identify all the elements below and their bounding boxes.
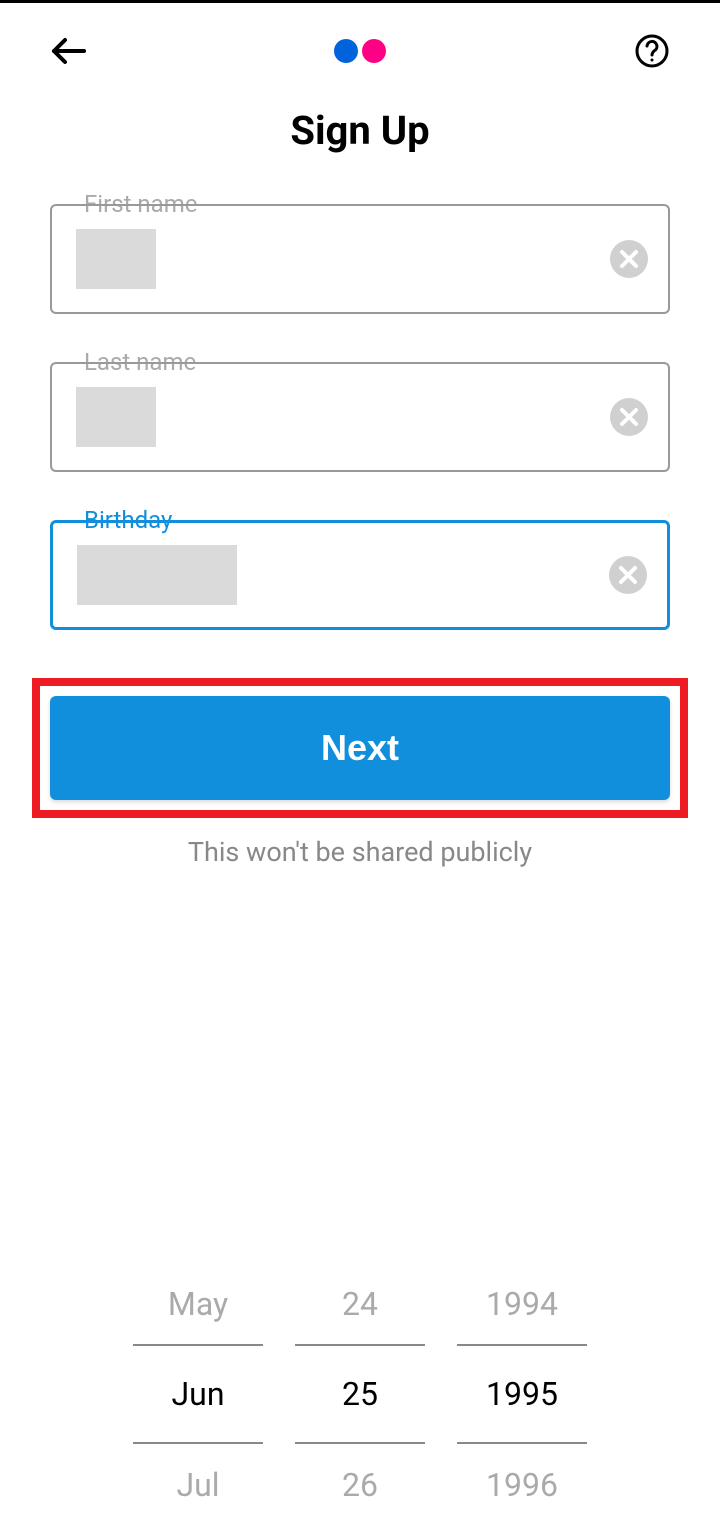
- back-arrow-icon[interactable]: [50, 36, 86, 66]
- first-name-field[interactable]: First name: [50, 204, 670, 314]
- year-picker[interactable]: 1994 1995 1996: [457, 1271, 587, 1517]
- last-name-value: [76, 387, 156, 447]
- first-name-value: [76, 229, 156, 289]
- day-current[interactable]: 25: [295, 1344, 425, 1444]
- next-button[interactable]: Next: [50, 696, 670, 800]
- month-picker[interactable]: May Jun Jul: [133, 1271, 263, 1517]
- logo-dot-blue: [334, 39, 358, 63]
- signup-form: First name Last name: [0, 204, 720, 630]
- day-next[interactable]: 26: [295, 1452, 425, 1517]
- clear-birthday-icon[interactable]: [609, 556, 647, 594]
- month-prev[interactable]: May: [133, 1271, 263, 1336]
- last-name-field[interactable]: Last name: [50, 362, 670, 472]
- flickr-logo: [334, 39, 386, 63]
- next-button-highlight: Next: [32, 678, 688, 818]
- birthday-value: [77, 545, 237, 605]
- month-next[interactable]: Jul: [133, 1452, 263, 1517]
- day-picker[interactable]: 24 25 26: [295, 1271, 425, 1517]
- logo-dot-pink: [362, 39, 386, 63]
- clear-first-name-icon[interactable]: [610, 240, 648, 278]
- help-icon[interactable]: [634, 33, 670, 69]
- day-prev[interactable]: 24: [295, 1271, 425, 1336]
- year-next[interactable]: 1996: [457, 1452, 587, 1517]
- date-picker: May Jun Jul 24 25 26 1994 1995 1996: [0, 1231, 720, 1537]
- header: [0, 3, 720, 89]
- page-title: Sign Up: [0, 107, 720, 154]
- disclaimer-text: This won't be shared publicly: [0, 836, 720, 868]
- birthday-field[interactable]: Birthday: [50, 520, 670, 630]
- year-current[interactable]: 1995: [457, 1344, 587, 1444]
- clear-last-name-icon[interactable]: [610, 398, 648, 436]
- year-prev[interactable]: 1994: [457, 1271, 587, 1336]
- month-current[interactable]: Jun: [133, 1344, 263, 1444]
